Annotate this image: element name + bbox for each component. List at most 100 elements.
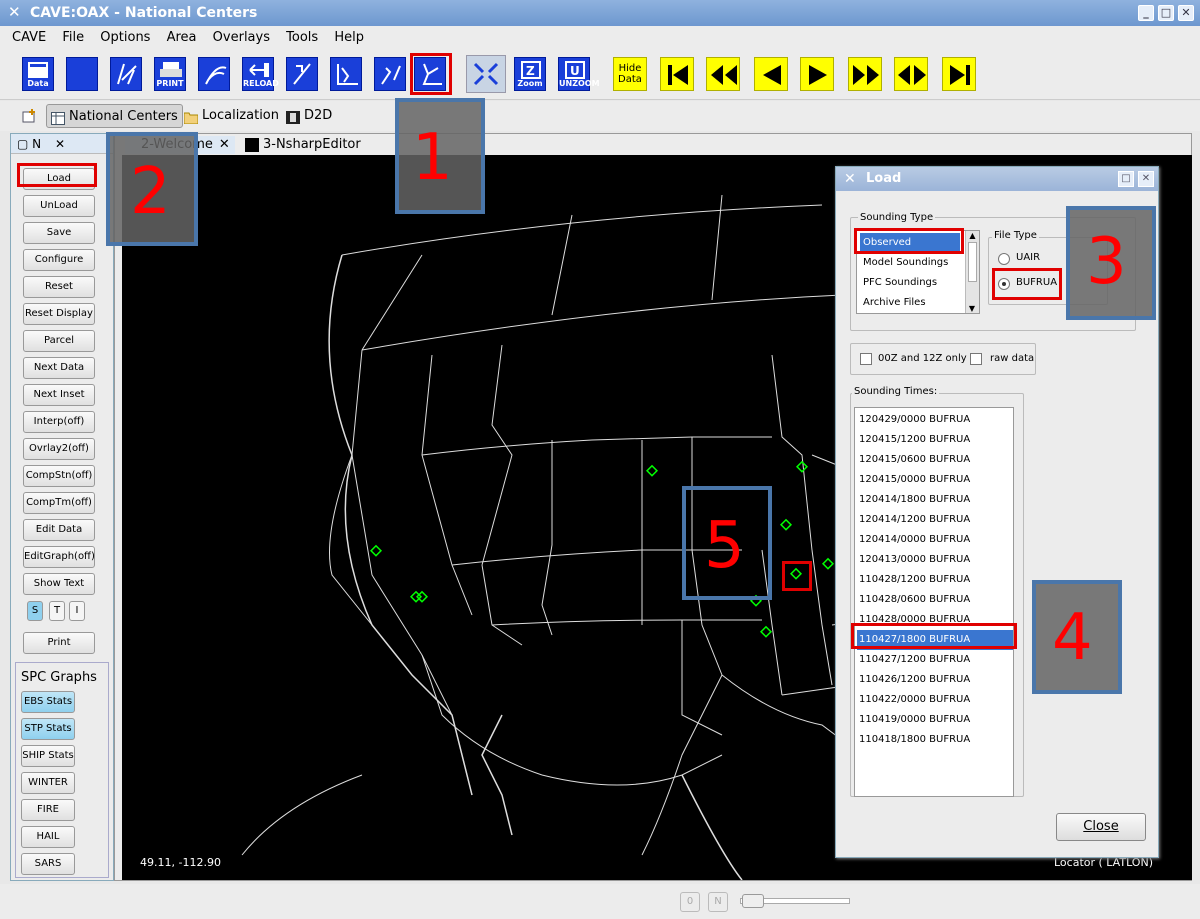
sounding-time-row[interactable]: 120415/0000 BUFRUA	[857, 470, 1013, 490]
ship-stats-button[interactable]: SHIP Stats	[21, 745, 75, 767]
sounding-type-pfc[interactable]: PFC Soundings	[860, 273, 960, 293]
highlight-bufrua-box	[992, 268, 1062, 300]
zoom-button[interactable]: Z Zoom	[514, 57, 546, 91]
configure-button[interactable]: Configure	[23, 249, 95, 271]
sounding-time-row[interactable]: 120415/1200 BUFRUA	[857, 430, 1013, 450]
first-frame-button[interactable]	[660, 57, 694, 91]
sounding-time-row[interactable]: 110427/1200 BUFRUA	[857, 650, 1013, 670]
sounding-time-row[interactable]: 120414/0000 BUFRUA	[857, 530, 1013, 550]
next-inset-button[interactable]: Next Inset	[23, 384, 95, 406]
sars-button[interactable]: SARS	[21, 853, 75, 875]
step-forward-button[interactable]	[848, 57, 882, 91]
s-toggle[interactable]: S	[27, 601, 43, 621]
perspective-d2d[interactable]: D2D	[282, 104, 336, 128]
scroll-up-icon[interactable]: ▲	[966, 231, 979, 240]
close-view-icon[interactable]: ✕	[55, 137, 65, 151]
hodograph-button[interactable]	[198, 57, 230, 91]
sounding-type-archive[interactable]: Archive Files	[860, 293, 960, 313]
list-scrollbar[interactable]: ▲ ▼	[965, 231, 979, 313]
print-sounding-button[interactable]: Print	[23, 632, 95, 654]
uair-radio[interactable]	[998, 253, 1010, 265]
editgraph-button[interactable]: EditGraph(off)	[23, 546, 95, 568]
sounding-time-row[interactable]: 110426/1200 BUFRUA	[857, 670, 1013, 690]
menu-area[interactable]: Area	[161, 26, 203, 49]
comptm-button[interactable]: CompTm(off)	[23, 492, 95, 514]
scroll-thumb[interactable]	[968, 242, 977, 282]
sounding-type-model[interactable]: Model Soundings	[860, 253, 960, 273]
raw-data-checkbox[interactable]	[970, 353, 982, 365]
tab-nsharp-editor[interactable]: 3-NsharpEditor	[245, 136, 361, 154]
close-window-button[interactable]: ✕	[1178, 5, 1194, 21]
sounding-time-row[interactable]: 120429/0000 BUFRUA	[857, 410, 1013, 430]
t-toggle[interactable]: T	[49, 601, 65, 621]
fire-button[interactable]: FIRE	[21, 799, 75, 821]
reload-button[interactable]: RELOAD	[242, 57, 279, 91]
compstn-button[interactable]: CompStn(off)	[23, 465, 95, 487]
sounding-time-row[interactable]: 110428/0600 BUFRUA	[857, 590, 1013, 610]
winter-button[interactable]: WINTER	[21, 772, 75, 794]
scroll-down-icon[interactable]: ▼	[966, 304, 978, 313]
step-back-button[interactable]	[706, 57, 740, 91]
close-button[interactable]: Close	[1056, 813, 1146, 841]
sounding-time-row[interactable]: 110428/1200 BUFRUA	[857, 570, 1013, 590]
frame-slider-thumb[interactable]	[742, 894, 764, 908]
sounding-time-row[interactable]: 120414/1200 BUFRUA	[857, 510, 1013, 530]
view-tab[interactable]: ▢ N ✕	[11, 134, 113, 154]
i-toggle[interactable]: I	[69, 601, 85, 621]
last-frame-button[interactable]	[942, 57, 976, 91]
reset-button[interactable]: Reset	[23, 276, 95, 298]
menu-cave[interactable]: CAVE	[6, 26, 52, 49]
hide-data-button[interactable]: Hide Data	[613, 57, 647, 91]
sounding-time-row[interactable]: 110422/0000 BUFRUA	[857, 690, 1013, 710]
sounding-time-row[interactable]: 110419/0000 BUFRUA	[857, 710, 1013, 730]
menu-tools[interactable]: Tools	[280, 26, 324, 49]
save-button[interactable]: Save	[23, 222, 95, 244]
edit-data-button[interactable]: Edit Data	[23, 519, 95, 541]
menu-overlays[interactable]: Overlays	[207, 26, 276, 49]
status-bar: 0 N	[0, 884, 1200, 919]
perspective-national-centers[interactable]: National Centers	[46, 104, 183, 128]
dialog-close-button[interactable]: ✕	[1138, 171, 1154, 187]
wind-button[interactable]	[286, 57, 318, 91]
dialog-x-icon: ✕	[844, 171, 856, 187]
next-data-button[interactable]: Next Data	[23, 357, 95, 379]
open-perspective-icon[interactable]	[22, 108, 38, 124]
profile-button[interactable]	[330, 57, 362, 91]
menu-help[interactable]: Help	[328, 26, 370, 49]
reset-display-button[interactable]: Reset Display	[23, 303, 95, 325]
stp-stats-button[interactable]: STP Stats	[21, 718, 75, 740]
print-button[interactable]: PRINT	[154, 57, 186, 91]
skewt-button[interactable]	[110, 57, 142, 91]
status-n-button[interactable]: N	[708, 892, 728, 912]
menu-options[interactable]: Options	[94, 26, 156, 49]
close-tab-icon[interactable]: ✕	[219, 137, 230, 152]
interp-button[interactable]: Interp(off)	[23, 411, 95, 433]
status-zero-button[interactable]: 0	[680, 892, 700, 912]
minimize-button[interactable]: _	[1138, 5, 1154, 21]
hail-button[interactable]: HAIL	[21, 826, 75, 848]
menu-file[interactable]: File	[56, 26, 90, 49]
overlay2-button[interactable]: Ovrlay2(off)	[23, 438, 95, 460]
parcel-button[interactable]: Parcel	[23, 330, 95, 352]
sounding-time-row[interactable]: 110418/1800 BUFRUA	[857, 730, 1013, 750]
blank-button[interactable]	[66, 57, 98, 91]
sounding-time-row[interactable]: 120413/0000 BUFRUA	[857, 550, 1013, 570]
fullscreen-button[interactable]	[466, 55, 506, 93]
00z-12z-checkbox[interactable]	[860, 353, 872, 365]
rock-button[interactable]	[894, 57, 928, 91]
sounding-button[interactable]	[374, 57, 406, 91]
annotation-number-5: 5	[704, 509, 745, 583]
ebs-stats-button[interactable]: EBS Stats	[21, 691, 75, 713]
show-text-button[interactable]: Show Text	[23, 573, 95, 595]
sounding-time-row[interactable]: 120414/1800 BUFRUA	[857, 490, 1013, 510]
play-forward-button[interactable]	[800, 57, 834, 91]
sounding-time-row[interactable]: 120415/0600 BUFRUA	[857, 450, 1013, 470]
dialog-maximize-button[interactable]: □	[1118, 171, 1134, 187]
unzoom-button[interactable]: U UNZOOM	[558, 57, 600, 91]
play-back-button[interactable]	[754, 57, 788, 91]
perspective-localization[interactable]: Localization	[180, 104, 283, 128]
sounding-times-list[interactable]: 120429/0000 BUFRUA 120415/1200 BUFRUA 1204…	[854, 407, 1014, 797]
unload-button[interactable]: UnLoad	[23, 195, 95, 217]
maximize-button[interactable]: □	[1158, 5, 1174, 21]
data-button[interactable]: Data	[22, 57, 54, 91]
